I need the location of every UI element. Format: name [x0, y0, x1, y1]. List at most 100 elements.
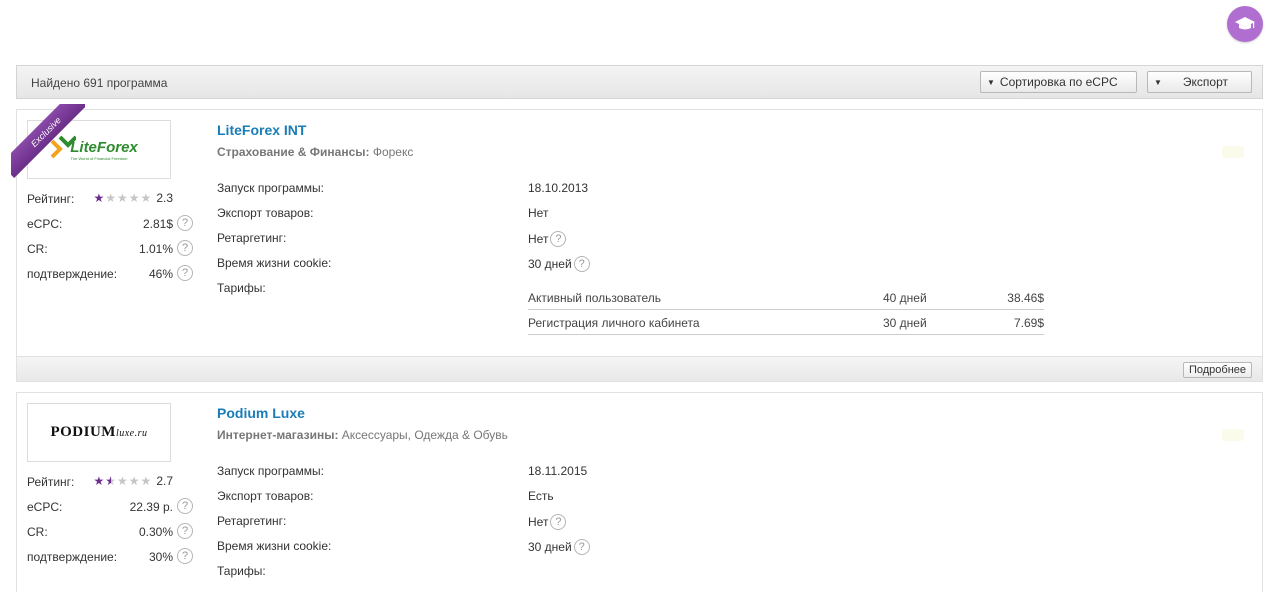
launch-value: 18.10.2013 — [528, 181, 589, 195]
program-title-link[interactable]: Podium Luxe — [217, 405, 305, 421]
graduation-cap-button[interactable] — [1227, 6, 1263, 42]
sort-ecpc-button[interactable]: ▼ Сортировка по eCPC — [980, 71, 1137, 93]
cookie-label: Время жизни cookie: — [217, 539, 332, 553]
program-stats: Рейтинг: ★★★★★ 2.3 eCPC: 2.81$ ? CR: 1.01… — [27, 188, 193, 288]
tariff-name: Регистрация личного кабинета — [528, 316, 700, 330]
card-footer: Подробнее — [17, 356, 1262, 381]
detail-launch: Запуск программы: 18.11.2015 — [217, 463, 1057, 488]
launch-label: Запуск программы: — [217, 181, 324, 195]
dropdown-arrow-icon: ▼ — [987, 77, 995, 87]
tariff-days: 40 дней — [883, 291, 927, 305]
liteforex-logo-text: LiteForex — [70, 138, 138, 156]
tariffs-label: Тарифы: — [217, 564, 266, 578]
export-label: Экспорт — [1182, 75, 1229, 89]
detail-cookie: Время жизни cookie: 30 дней ? — [217, 538, 1057, 563]
results-toolbar: Найдено 691 программа ▼ Сортировка по eC… — [16, 65, 1263, 99]
graduation-cap-icon — [1235, 17, 1255, 30]
tariff-row: Активный пользователь 40 дней 38.46$ — [528, 285, 1044, 310]
cookie-value: 30 дней — [528, 540, 572, 554]
retarget-value: Нет — [528, 515, 549, 529]
help-icon[interactable]: ? — [177, 548, 193, 564]
program-details: Запуск программы: 18.11.2015 Экспорт тов… — [217, 463, 1057, 588]
cr-value: 1.01% — [138, 242, 173, 256]
star-icon: ★ — [105, 474, 118, 488]
star-icon: ★★★★ — [105, 191, 153, 205]
rating-row: Рейтинг: ★★★★★ 2.3 — [27, 188, 193, 213]
cr-row: CR: 0.30% ? — [27, 521, 193, 546]
ecpc-value: 2.81$ — [142, 217, 173, 231]
cr-label: CR: — [27, 525, 48, 539]
ecpc-label: eCPC: — [27, 500, 63, 514]
cr-value: 0.30% — [138, 525, 173, 539]
retarget-value-wrap: Нет ? — [528, 231, 567, 247]
podium-logo-text: PODIUMluxe.ru — [50, 424, 148, 440]
help-icon[interactable]: ? — [177, 523, 193, 539]
help-icon[interactable]: ? — [177, 498, 193, 514]
ecpc-value: 22.39 р. — [129, 500, 173, 514]
confirm-row: подтверждение: 30% ? — [27, 546, 193, 571]
export-goods-label: Экспорт товаров: — [217, 489, 314, 503]
help-icon[interactable]: ? — [177, 215, 193, 231]
confirm-row: подтверждение: 46% ? — [27, 263, 193, 288]
category-value: Аксессуары, Одежда & Обувь — [341, 428, 508, 442]
program-card: LiteForex The World of Financial Freedom… — [11, 104, 1263, 382]
detail-cookie: Время жизни cookie: 30 дней ? — [217, 255, 1057, 280]
star-icon: ★★★ — [117, 474, 153, 488]
dropdown-arrow-icon: ▼ — [1154, 77, 1162, 87]
tariffs-table: Активный пользователь 40 дней 38.46$ Рег… — [528, 285, 1044, 335]
cookie-value-wrap: 30 дней ? — [528, 256, 590, 272]
rating-label: Рейтинг: — [27, 192, 75, 206]
launch-label: Запуск программы: — [217, 464, 324, 478]
confirm-label: подтверждение: — [27, 550, 118, 564]
tariffs-label: Тарифы: — [217, 281, 266, 295]
help-icon[interactable]: ? — [177, 240, 193, 256]
program-title-link[interactable]: LiteForex INT — [217, 122, 306, 138]
details-button[interactable]: Подробнее — [1182, 362, 1252, 378]
retarget-value-wrap: Нет ? — [528, 514, 567, 530]
detail-retarget: Ретаргетинг: Нет ? — [217, 230, 1057, 255]
detail-tariffs: Тарифы: — [217, 563, 1057, 588]
program-details: Запуск программы: 18.10.2013 Экспорт тов… — [217, 180, 1057, 335]
program-logo[interactable]: LiteForex The World of Financial Freedom — [27, 120, 171, 179]
help-icon[interactable]: ? — [550, 231, 567, 247]
tariff-row: Регистрация личного кабинета 30 дней 7.6… — [528, 310, 1044, 335]
export-goods-value: Есть — [528, 489, 554, 503]
confirm-value: 30% — [148, 550, 173, 564]
category-label: Страхование & Финансы: — [217, 145, 370, 159]
retarget-label: Ретаргетинг: — [217, 514, 287, 528]
program-card: PODIUMluxe.ru Рейтинг: ★★★★★ 2.7 eCPC: 22… — [16, 392, 1263, 592]
detail-launch: Запуск программы: 18.10.2013 — [217, 180, 1057, 205]
sort-label: Сортировка по eCPC — [999, 75, 1118, 89]
export-goods-label: Экспорт товаров: — [217, 206, 314, 220]
program-stats: Рейтинг: ★★★★★ 2.7 eCPC: 22.39 р. ? CR: 0… — [27, 471, 193, 571]
program-logo[interactable]: PODIUMluxe.ru — [27, 403, 171, 462]
retarget-value: Нет — [528, 232, 549, 246]
cr-label: CR: — [27, 242, 48, 256]
cr-row: CR: 1.01% ? — [27, 238, 193, 263]
help-icon[interactable]: ? — [573, 256, 590, 272]
tariff-price: 7.69$ — [1013, 316, 1044, 330]
results-count: Найдено 691 программа — [31, 76, 168, 90]
help-icon[interactable]: ? — [573, 539, 590, 555]
launch-value: 18.11.2015 — [528, 464, 588, 478]
export-goods-value: Нет — [528, 206, 549, 220]
liteforex-logo-icon — [50, 135, 76, 159]
category-label: Интернет-магазины: — [217, 428, 339, 442]
decorative-mark — [1222, 429, 1244, 441]
tariff-days: 30 дней — [883, 316, 927, 330]
program-category: Страхование & Финансы: Форекс — [217, 145, 413, 159]
ecpc-label: eCPC: — [27, 217, 63, 231]
confirm-label: подтверждение: — [27, 267, 118, 281]
detail-export: Экспорт товаров: Есть — [217, 488, 1057, 513]
help-icon[interactable]: ? — [177, 265, 193, 281]
tariff-price: 38.46$ — [1007, 291, 1044, 305]
rating-stars: ★★★★★ 2.7 — [94, 474, 174, 488]
export-button[interactable]: ▼ Экспорт — [1147, 71, 1252, 93]
cookie-value-wrap: 30 дней ? — [528, 539, 590, 555]
tariff-name: Активный пользователь — [528, 291, 661, 305]
rating-label: Рейтинг: — [27, 475, 75, 489]
detail-export: Экспорт товаров: Нет — [217, 205, 1057, 230]
help-icon[interactable]: ? — [550, 514, 567, 530]
ecpc-row: eCPC: 22.39 р. ? — [27, 496, 193, 521]
star-icon: ★ — [93, 191, 106, 205]
